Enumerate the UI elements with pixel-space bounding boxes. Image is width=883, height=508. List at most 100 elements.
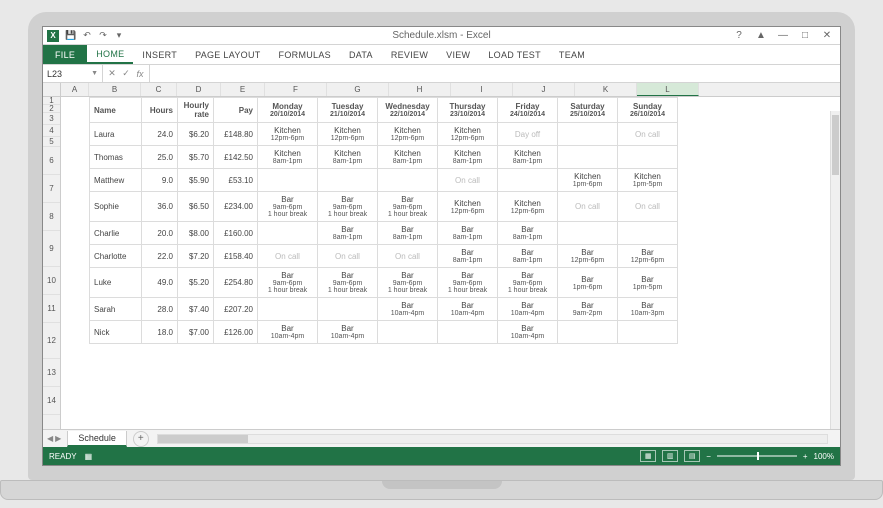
cell-shift[interactable]: Kitchen8am-1pm bbox=[258, 146, 318, 169]
cell-name[interactable]: Matthew bbox=[90, 169, 142, 192]
cell-shift[interactable]: Bar10am-4pm bbox=[258, 321, 318, 344]
cell-shift[interactable] bbox=[258, 169, 318, 192]
tab-page-layout[interactable]: PAGE LAYOUT bbox=[186, 45, 269, 64]
cell-rate[interactable]: $6.20 bbox=[178, 123, 214, 146]
row-header-5[interactable]: 5 bbox=[43, 137, 60, 147]
enter-formula-button[interactable]: ✓ bbox=[119, 68, 133, 79]
row-header-3[interactable]: 3 bbox=[43, 113, 60, 125]
sheet-nav-prev-icon[interactable]: ◀ bbox=[47, 434, 53, 443]
column-header-J[interactable]: J bbox=[513, 83, 575, 96]
cell-shift[interactable]: On call bbox=[558, 192, 618, 222]
cell-pay[interactable]: £254.80 bbox=[214, 268, 258, 298]
cell-shift[interactable] bbox=[618, 146, 678, 169]
column-header-H[interactable]: H bbox=[389, 83, 451, 96]
cell-name[interactable]: Laura bbox=[90, 123, 142, 146]
cell-rate[interactable]: $5.20 bbox=[178, 268, 214, 298]
cell-shift[interactable] bbox=[618, 222, 678, 245]
cell-hours[interactable]: 20.0 bbox=[142, 222, 178, 245]
tab-insert[interactable]: INSERT bbox=[133, 45, 186, 64]
horizontal-scrollbar[interactable] bbox=[157, 434, 828, 444]
cell-name[interactable]: Charlotte bbox=[90, 245, 142, 268]
cell-shift[interactable]: Kitchen12pm-6pm bbox=[438, 123, 498, 146]
column-header-C[interactable]: C bbox=[141, 83, 177, 96]
cell-shift[interactable]: Bar9am-6pm1 hour break bbox=[378, 268, 438, 298]
cell-shift[interactable]: Kitchen8am-1pm bbox=[438, 146, 498, 169]
cell-shift[interactable]: Bar10am-4pm bbox=[498, 298, 558, 321]
cell-shift[interactable]: Bar9am-6pm1 hour break bbox=[438, 268, 498, 298]
row-header-8[interactable]: 8 bbox=[43, 203, 60, 231]
maximize-button[interactable]: □ bbox=[796, 29, 814, 43]
cell-shift[interactable] bbox=[558, 222, 618, 245]
column-header-I[interactable]: I bbox=[451, 83, 513, 96]
cell-shift[interactable]: Kitchen12pm-6pm bbox=[498, 192, 558, 222]
cell-shift[interactable] bbox=[258, 222, 318, 245]
cell-shift[interactable] bbox=[618, 321, 678, 344]
grid[interactable]: NameHoursHourly ratePayMonday20/10/2014T… bbox=[61, 97, 840, 429]
zoom-out-button[interactable]: − bbox=[706, 452, 711, 461]
column-header-B[interactable]: B bbox=[89, 83, 141, 96]
cell-shift[interactable] bbox=[558, 321, 618, 344]
row-header-10[interactable]: 10 bbox=[43, 267, 60, 295]
column-header-A[interactable]: A bbox=[61, 83, 89, 96]
cell-shift[interactable]: Bar8am-1pm bbox=[498, 222, 558, 245]
cell-shift[interactable]: Bar8am-1pm bbox=[438, 222, 498, 245]
cell-name[interactable]: Sarah bbox=[90, 298, 142, 321]
cell-shift[interactable]: Bar9am-6pm1 hour break bbox=[318, 268, 378, 298]
page-layout-view-button[interactable]: ▥ bbox=[662, 450, 678, 462]
cell-pay[interactable]: £160.00 bbox=[214, 222, 258, 245]
cell-shift[interactable]: Bar9am-6pm1 hour break bbox=[258, 268, 318, 298]
cell-name[interactable]: Sophie bbox=[90, 192, 142, 222]
cell-shift[interactable] bbox=[558, 123, 618, 146]
cell-shift[interactable]: Kitchen1pm-5pm bbox=[618, 169, 678, 192]
cell-name[interactable]: Nick bbox=[90, 321, 142, 344]
qat-dropdown-icon[interactable]: ▾ bbox=[111, 29, 127, 43]
formula-input[interactable] bbox=[150, 65, 840, 82]
cell-shift[interactable] bbox=[318, 298, 378, 321]
row-header-2[interactable]: 2 bbox=[43, 105, 60, 113]
cell-shift[interactable]: Bar12pm-6pm bbox=[618, 245, 678, 268]
cell-shift[interactable] bbox=[378, 321, 438, 344]
ribbon-toggle-button[interactable]: ▲ bbox=[752, 29, 770, 43]
cell-name[interactable]: Charlie bbox=[90, 222, 142, 245]
cell-pay[interactable]: £148.80 bbox=[214, 123, 258, 146]
column-header-K[interactable]: K bbox=[575, 83, 637, 96]
close-button[interactable]: ✕ bbox=[818, 29, 836, 43]
cell-pay[interactable]: £207.20 bbox=[214, 298, 258, 321]
cell-shift[interactable]: On call bbox=[378, 245, 438, 268]
cell-name[interactable]: Thomas bbox=[90, 146, 142, 169]
row-header-12[interactable]: 12 bbox=[43, 323, 60, 359]
row-header-7[interactable]: 7 bbox=[43, 175, 60, 203]
cell-shift[interactable]: Kitchen8am-1pm bbox=[378, 146, 438, 169]
row-header-4[interactable]: 4 bbox=[43, 125, 60, 137]
cell-pay[interactable]: £126.00 bbox=[214, 321, 258, 344]
cell-shift[interactable]: Bar10am-4pm bbox=[318, 321, 378, 344]
cell-rate[interactable]: $5.70 bbox=[178, 146, 214, 169]
cell-shift[interactable]: Bar10am-4pm bbox=[378, 298, 438, 321]
cell-shift[interactable] bbox=[438, 321, 498, 344]
zoom-slider[interactable] bbox=[717, 455, 797, 457]
row-header-14[interactable]: 14 bbox=[43, 387, 60, 415]
sheet-tab-schedule[interactable]: Schedule bbox=[67, 431, 127, 447]
help-button[interactable]: ? bbox=[730, 29, 748, 43]
cell-hours[interactable]: 18.0 bbox=[142, 321, 178, 344]
tab-file[interactable]: FILE bbox=[43, 45, 87, 64]
macro-record-icon[interactable]: ▦ bbox=[85, 452, 93, 461]
save-button[interactable]: 💾 bbox=[63, 29, 79, 43]
cell-hours[interactable]: 22.0 bbox=[142, 245, 178, 268]
cell-shift[interactable]: Kitchen8am-1pm bbox=[498, 146, 558, 169]
cell-shift[interactable]: On call bbox=[438, 169, 498, 192]
tab-formulas[interactable]: FORMULAS bbox=[270, 45, 340, 64]
cell-rate[interactable]: $8.00 bbox=[178, 222, 214, 245]
cell-pay[interactable]: £142.50 bbox=[214, 146, 258, 169]
tab-team[interactable]: TEAM bbox=[550, 45, 594, 64]
cell-shift[interactable]: Bar1pm-6pm bbox=[558, 268, 618, 298]
tab-view[interactable]: VIEW bbox=[437, 45, 479, 64]
sheet-nav-next-icon[interactable]: ▶ bbox=[55, 434, 61, 443]
normal-view-button[interactable]: ▦ bbox=[640, 450, 656, 462]
cell-shift[interactable]: Bar9am-6pm1 hour break bbox=[378, 192, 438, 222]
zoom-in-button[interactable]: + bbox=[803, 452, 808, 461]
cell-shift[interactable] bbox=[558, 146, 618, 169]
cell-hours[interactable]: 49.0 bbox=[142, 268, 178, 298]
tab-review[interactable]: REVIEW bbox=[382, 45, 437, 64]
name-box[interactable]: L23 ▼ bbox=[43, 65, 103, 82]
